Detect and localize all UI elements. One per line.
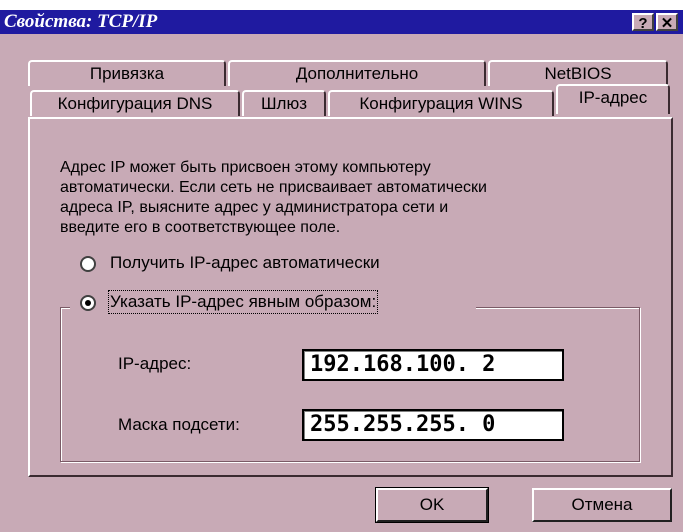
title-bar[interactable]: Свойства: TCP/IP ? ✕ [0,10,683,34]
ip-address-panel: Адрес IP может быть присвоен этому компь… [28,117,673,477]
tab-dns-config[interactable]: Конфигурация DNS [30,90,240,116]
radio-auto-ip[interactable] [80,256,96,272]
cancel-button[interactable]: Отмена [532,488,672,522]
ok-button[interactable]: OK [375,487,489,523]
subnet-mask-label: Маска подсети: [118,415,240,434]
description-line: адреса IP, выясните адрес у администрато… [60,199,449,216]
ip-address-field[interactable]: 192.168.100. 2 [302,349,564,381]
ip-address-label: IP-адрес: [118,354,192,373]
tab-binding[interactable]: Привязка [28,60,226,86]
radio-manual-ip[interactable] [80,295,96,311]
tab-advanced[interactable]: Дополнительно [228,60,486,86]
tab-netbios[interactable]: NetBIOS [488,60,668,86]
tab-gateway[interactable]: Шлюз [242,90,326,116]
help-button[interactable]: ? [632,13,654,32]
radio-selected-dot [85,300,91,306]
radio-manual-ip-label[interactable]: Указать IP-адрес явным образом: [107,290,379,314]
radio-auto-ip-label[interactable]: Получить IP-адрес автоматически [110,253,380,273]
description-line: введите его в соответствующее поле. [60,219,341,236]
window-title: Свойства: TCP/IP [4,11,158,32]
description-line: автоматически. Если сеть не присваивает … [60,179,487,196]
tab-ip-address[interactable]: IP-адрес [556,84,670,114]
tcpip-properties-dialog: Свойства: TCP/IP ? ✕ Привязка Дополнител… [0,10,683,532]
tab-wins-config[interactable]: Конфигурация WINS [328,90,554,116]
description-text: Адрес IP может быть присвоен этому компь… [60,158,670,238]
subnet-mask-field[interactable]: 255.255.255. 0 [302,409,564,441]
description-line: Адрес IP может быть присвоен этому компь… [60,159,431,176]
close-button[interactable]: ✕ [656,13,678,32]
